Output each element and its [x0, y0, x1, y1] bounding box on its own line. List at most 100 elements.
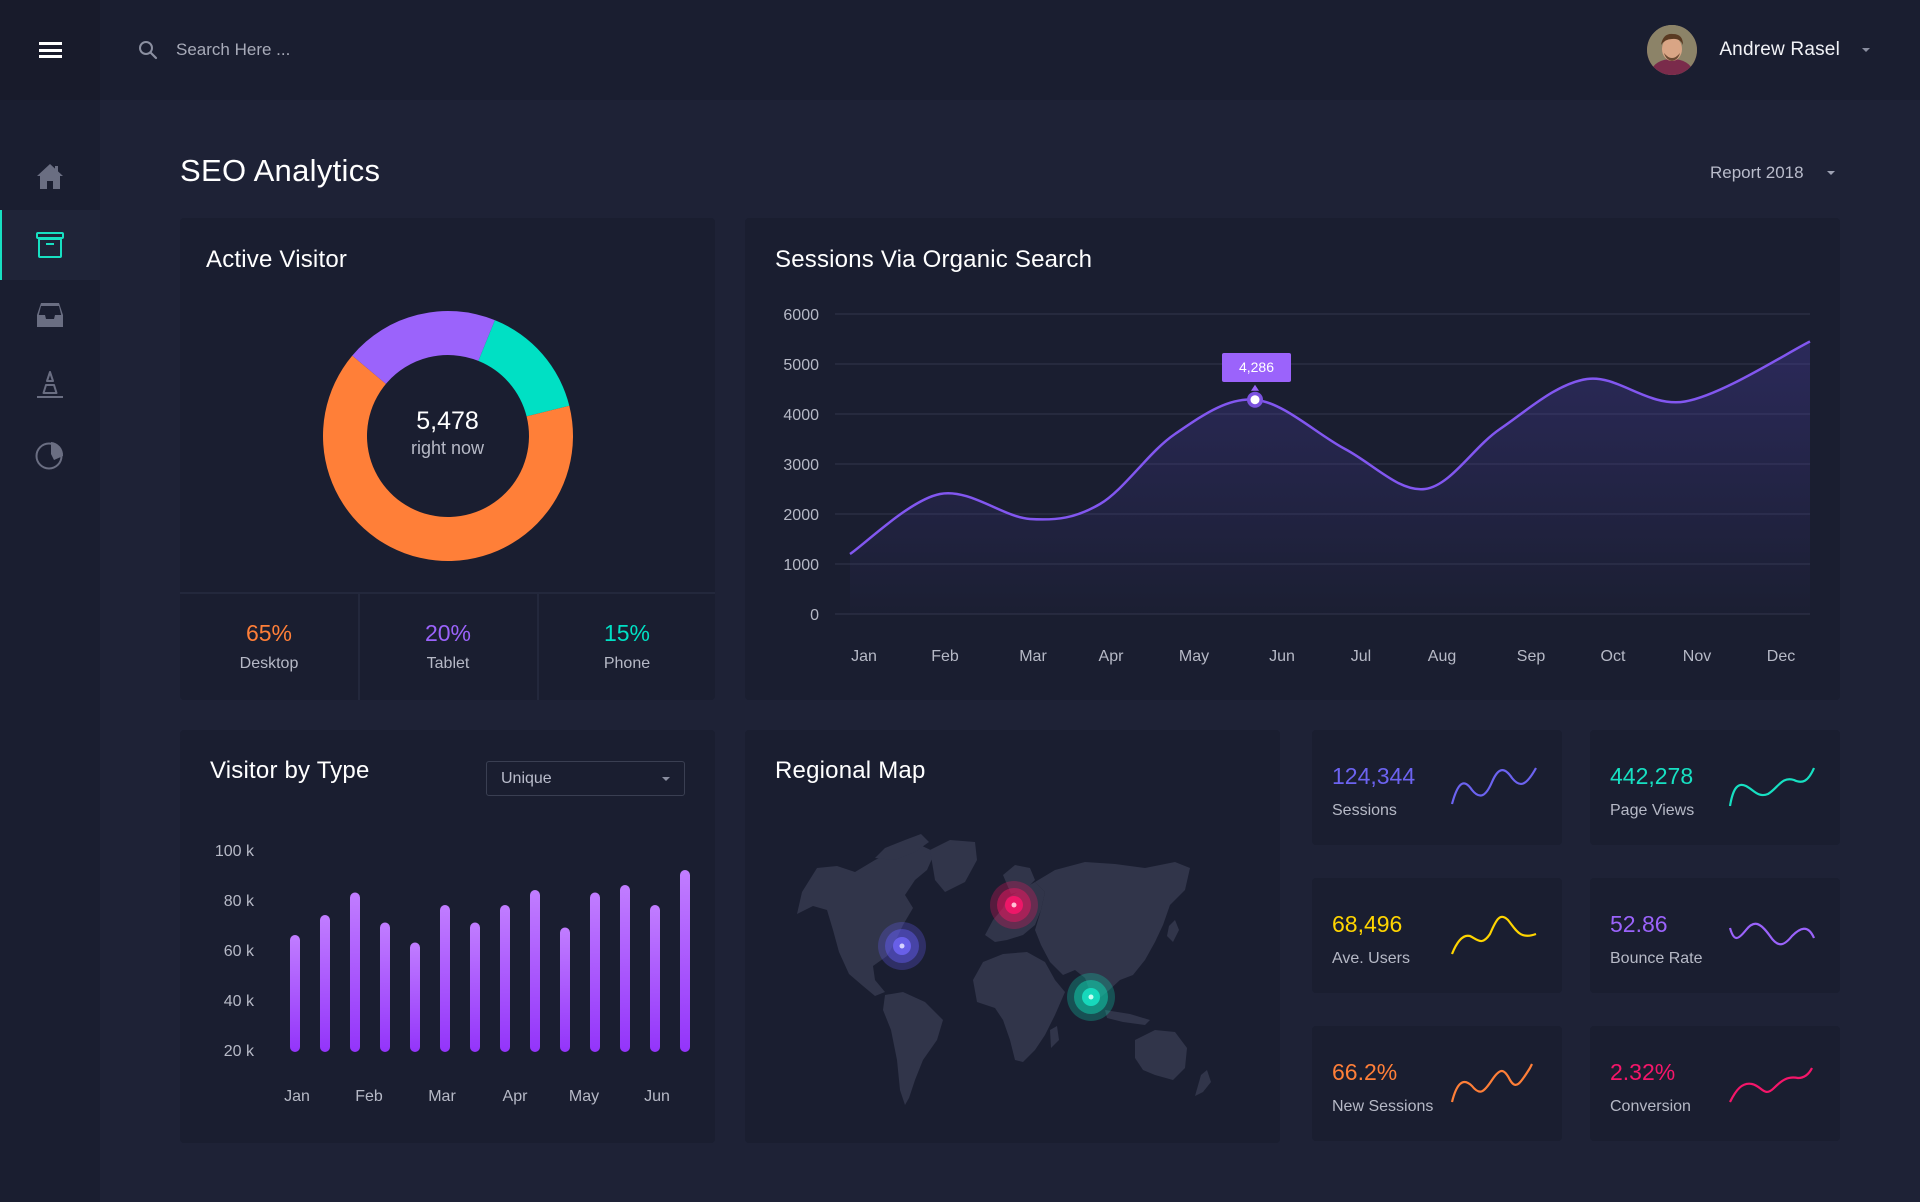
archive-box-icon — [36, 232, 64, 258]
x-tick-label: Jun — [644, 1088, 670, 1105]
active-visitor-card: Active Visitor 5,478 right now 65% Deskt… — [180, 218, 715, 700]
australia — [1135, 1030, 1187, 1080]
sparkline — [1450, 1063, 1533, 1103]
bar[interactable] — [560, 927, 570, 1053]
y-tick-label: 60 k — [224, 943, 255, 960]
card-title: Active Visitor — [206, 246, 348, 273]
kpi-label: Page Views — [1610, 802, 1695, 819]
kpi-value: 52.86 — [1610, 911, 1668, 937]
user-menu[interactable]: Andrew Rasel — [1647, 25, 1870, 75]
bar[interactable] — [650, 905, 660, 1052]
bar[interactable] — [620, 885, 630, 1052]
bar[interactable] — [590, 892, 600, 1053]
map-marker-north-america[interactable] — [878, 922, 926, 970]
data-point-nov[interactable] — [1679, 396, 1691, 408]
page-title: SEO Analytics — [180, 153, 381, 188]
y-tick-label: 5000 — [783, 357, 819, 374]
data-point-feb[interactable] — [934, 488, 946, 500]
sidebar-item-inbox[interactable] — [0, 280, 100, 350]
donut-slice-phone[interactable] — [478, 320, 570, 417]
map-marker-south-asia[interactable] — [1067, 973, 1115, 1021]
x-tick-label: Jul — [1351, 648, 1371, 665]
y-tick-label: 3000 — [783, 457, 819, 474]
regional-map-card: Regional Map — [745, 730, 1280, 1143]
home-icon — [37, 164, 63, 189]
donut-center: 5,478 right now — [180, 407, 715, 459]
kpi-value: 68,496 — [1332, 911, 1403, 937]
stat-label: Tablet — [426, 655, 470, 672]
bar[interactable] — [680, 870, 690, 1052]
kpi-card-bounce-rate[interactable]: 52.86 Bounce Rate — [1590, 878, 1840, 993]
data-point-jul[interactable] — [1339, 443, 1351, 455]
report-selector-label: Report 2018 — [1710, 163, 1804, 182]
avatar[interactable] — [1647, 25, 1698, 75]
kpi-label: New Sessions — [1332, 1098, 1434, 1115]
kpi-value: 124,344 — [1332, 763, 1416, 789]
bar[interactable] — [320, 915, 330, 1052]
kpi-card-ave-users[interactable]: 68,496 Ave. Users — [1312, 878, 1562, 993]
bar[interactable] — [530, 890, 540, 1052]
data-point-aug[interactable] — [1419, 483, 1431, 495]
bar[interactable] — [470, 922, 480, 1053]
stat-percent: 65% — [245, 620, 293, 646]
kpi-value: 2.32% — [1610, 1059, 1676, 1085]
kpi-card-page-views[interactable]: 442,278 Page Views — [1590, 730, 1840, 845]
sparkline — [1728, 767, 1816, 807]
kpi-card-sessions[interactable]: 124,344 Sessions — [1312, 730, 1562, 845]
data-point-may[interactable] — [1169, 428, 1181, 440]
x-tick-label: Dec — [1767, 648, 1795, 665]
report-selector[interactable]: Report 2018 — [1710, 163, 1835, 183]
bar[interactable] — [440, 905, 450, 1052]
data-point-oct[interactable] — [1581, 373, 1593, 385]
stat-phone: 15% Phone — [538, 594, 716, 700]
donut-slice-tablet[interactable] — [352, 311, 495, 384]
x-tick-label: Apr — [1099, 648, 1125, 665]
x-tick-label: May — [1179, 648, 1209, 665]
data-point-dec[interactable] — [1804, 336, 1816, 348]
continents — [797, 834, 1211, 1105]
active-visitor-caption: right now — [410, 438, 485, 458]
sparkline — [1728, 922, 1816, 946]
x-tick-label: Oct — [1601, 648, 1626, 665]
stat-tablet: 20% Tablet — [359, 594, 537, 700]
x-tick-label: Jan — [284, 1088, 310, 1105]
bar[interactable] — [350, 892, 360, 1053]
kpi-card-new-sessions[interactable]: 66.2% New Sessions — [1312, 1026, 1562, 1141]
south-america — [883, 992, 943, 1105]
sidebar-item-home[interactable] — [0, 142, 100, 212]
hamburger-menu-icon[interactable] — [38, 42, 62, 58]
kpi-value: 66.2% — [1332, 1059, 1398, 1085]
y-tick-label: 2000 — [783, 507, 819, 524]
user-name: Andrew Rasel — [1719, 39, 1840, 60]
asia — [1035, 862, 1190, 1000]
data-point-jan[interactable] — [844, 548, 856, 560]
data-point-mar[interactable] — [1024, 513, 1036, 525]
sidebar-item-cone[interactable] — [0, 350, 100, 420]
bar[interactable] — [290, 935, 300, 1052]
japan — [1167, 920, 1179, 942]
map-marker-europe[interactable] — [990, 881, 1038, 929]
world-map[interactable] — [745, 730, 1280, 1143]
bar[interactable] — [500, 905, 510, 1052]
chevron-down-icon[interactable] — [1862, 48, 1870, 52]
chevron-down-icon — [662, 777, 670, 781]
chevron-down-icon — [1826, 171, 1835, 175]
highlight-point[interactable] — [1250, 395, 1260, 405]
search-icon[interactable] — [138, 40, 158, 60]
inbox-tray-icon — [37, 303, 63, 327]
data-point-sep[interactable] — [1494, 423, 1506, 435]
data-point-apr[interactable] — [1094, 498, 1106, 510]
x-tick-label: Jun — [1269, 648, 1295, 665]
x-tick-label: Nov — [1683, 648, 1711, 665]
madagascar — [1050, 1026, 1059, 1048]
traffic-cone-icon — [37, 371, 63, 398]
sidebar-item-pie[interactable] — [0, 420, 100, 490]
kpi-label: Ave. Users — [1332, 950, 1410, 967]
sidebar-item-archive[interactable] — [0, 210, 100, 280]
kpi-card-conversion[interactable]: 2.32% Conversion — [1590, 1026, 1840, 1141]
bar[interactable] — [410, 942, 420, 1053]
y-tick-label: 20 k — [224, 1043, 255, 1060]
bar[interactable] — [380, 922, 390, 1053]
search-input[interactable] — [176, 40, 516, 60]
visitor-type-select[interactable]: Unique — [486, 761, 685, 796]
